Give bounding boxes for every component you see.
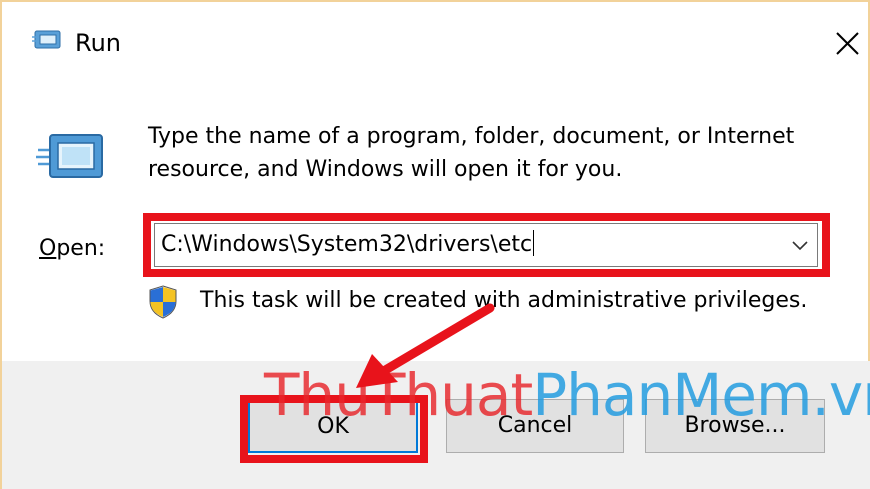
open-input-value: C:\Windows\System32\drivers\etc (161, 232, 533, 257)
browse-button-label: Browse... (684, 413, 786, 438)
run-icon (36, 134, 103, 178)
open-label-text: pen: (56, 236, 106, 261)
chevron-down-icon[interactable] (791, 236, 809, 254)
run-dialog-window: Run Type the name of a program, folder, … (0, 0, 870, 489)
open-label: Open: (39, 234, 105, 264)
cancel-button-label: Cancel (497, 413, 573, 438)
title-bar[interactable]: Run (2, 2, 868, 74)
open-input[interactable]: C:\Windows\System32\drivers\etc (161, 230, 535, 260)
browse-button[interactable]: Browse... (645, 399, 825, 453)
text-caret (533, 230, 535, 256)
window-title: Run (75, 29, 122, 57)
close-icon[interactable] (822, 20, 868, 66)
dialog-description: Type the name of a program, folder, docu… (148, 124, 795, 182)
ok-button[interactable]: OK (248, 399, 418, 453)
open-label-accelerator: O (39, 236, 57, 261)
ok-button-label: OK (317, 414, 349, 439)
uac-shield-icon (149, 285, 177, 319)
admin-notice: This task will be created with administr… (200, 288, 808, 313)
cancel-button[interactable]: Cancel (446, 399, 624, 453)
open-combobox[interactable]: C:\Windows\System32\drivers\etc (154, 223, 818, 267)
run-app-icon (32, 30, 61, 49)
